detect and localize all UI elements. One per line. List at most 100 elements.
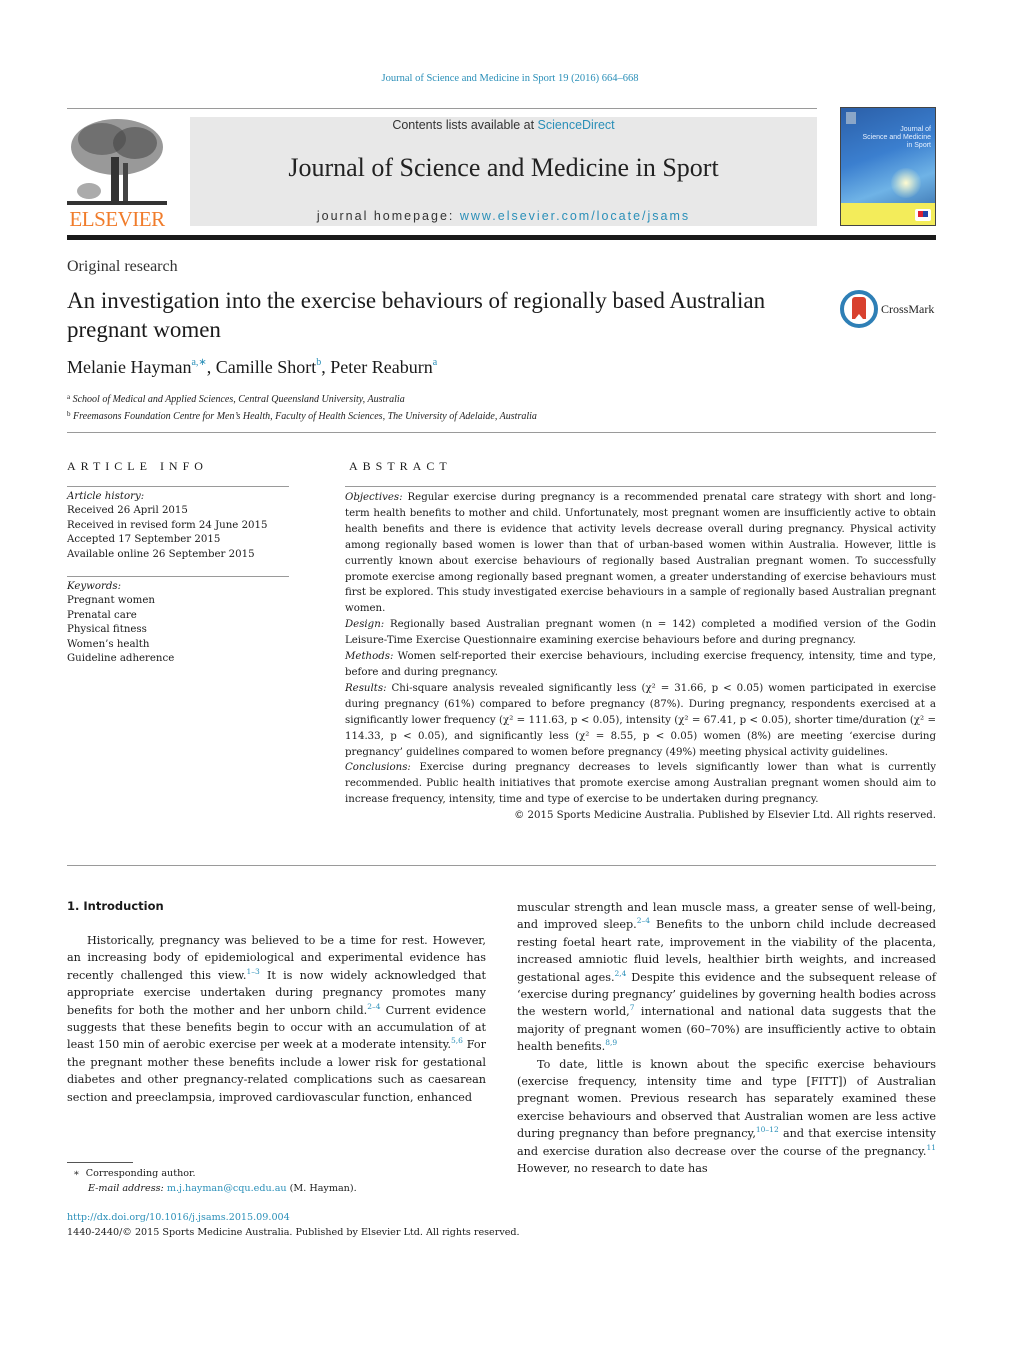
body-column-left: Historically, pregnancy was believed to … <box>67 932 486 1106</box>
author-affil-marker[interactable]: a,∗ <box>191 357 206 368</box>
footnote-rule <box>67 1162 133 1163</box>
keywords-label: Keywords: <box>67 581 122 592</box>
body-paragraph: Historically, pregnancy was believed to … <box>67 932 486 1106</box>
author-name[interactable]: Melanie Hayman <box>67 357 191 377</box>
elsevier-tree-icon <box>67 117 167 209</box>
section-heading-introduction: 1. Introduction <box>67 899 164 913</box>
abstract-section-text: Exercise during pregnancy decreases to l… <box>345 762 936 806</box>
crossmark-icon <box>840 290 878 328</box>
article-title: An investigation into the exercise behav… <box>67 288 766 342</box>
history-item: Received in revised form 24 June 2015 <box>67 519 268 531</box>
article-info-heading: ARTICLE INFO <box>67 459 208 473</box>
body-text: However, no research to date has <box>517 1162 708 1176</box>
affiliation-text: Freemasons Foundation Centre for Men’s H… <box>73 411 537 422</box>
abstract-section-text: Women self-reported their exercise behav… <box>345 651 936 678</box>
corresponding-label: Corresponding author. <box>85 1168 196 1179</box>
divider <box>67 576 289 577</box>
abstract-section-label: Methods: <box>345 651 394 663</box>
masthead-rule <box>67 235 936 240</box>
email-label: E-mail address: <box>88 1182 164 1194</box>
corresponding-note: ∗ Corresponding author. <box>67 1167 357 1182</box>
cover-publisher-icon <box>846 112 856 124</box>
abstract-section-text: Chi-square analysis revealed significant… <box>345 682 936 758</box>
divider <box>67 486 289 487</box>
author-affil-marker[interactable]: a <box>433 357 437 368</box>
citation-link[interactable]: 11 <box>926 1143 936 1152</box>
abstract-section-label: Objectives: <box>345 492 403 503</box>
citation-link[interactable]: 2–4 <box>637 916 650 925</box>
journal-name: Journal of Science and Medicine in Sport <box>288 153 719 182</box>
abstract-section-label: Results: <box>345 682 387 694</box>
keyword: Prenatal care <box>67 609 137 621</box>
abstract-body: Objectives: Regular exercise during preg… <box>345 490 936 824</box>
homepage-prefix: journal homepage: <box>316 209 460 223</box>
crossmark-label: CrossMark <box>881 302 935 316</box>
history-item: Received 26 April 2015 <box>67 505 188 517</box>
cover-title: Journal of Science and Medicine in Sport <box>863 126 932 150</box>
abstract-copyright: © 2015 Sports Medicine Australia. Publis… <box>514 810 936 822</box>
doi-link[interactable]: http://dx.doi.org/10.1016/j.jsams.2015.0… <box>67 1211 520 1226</box>
article-type: Original research <box>67 258 178 275</box>
crossmark-button[interactable]: CrossMark <box>840 290 940 330</box>
cover-title-line: Journal of <box>900 126 931 133</box>
abstract-results: Results: Chi-square analysis revealed si… <box>345 681 936 761</box>
citation-link[interactable]: 5,6 <box>451 1036 463 1045</box>
history-item: Accepted 17 September 2015 <box>67 534 221 546</box>
email-link[interactable]: m.j.hayman@cqu.edu.au <box>167 1183 287 1194</box>
citation-link[interactable]: 10–12 <box>756 1125 779 1134</box>
cover-title-line: Science and Medicine <box>862 134 932 141</box>
abstract-heading: ABSTRACT <box>349 459 452 473</box>
keyword: Pregnant women <box>67 595 155 607</box>
history-label: Article history: <box>67 491 145 502</box>
elsevier-wordmark: ELSEVIER <box>69 207 165 231</box>
keyword: Physical fitness <box>67 624 147 636</box>
divider <box>67 432 936 433</box>
affiliation: b Freemasons Foundation Centre for Men’s… <box>67 407 537 424</box>
citation-link[interactable]: 8,9 <box>605 1038 617 1047</box>
contents-prefix: Contents lists available at <box>392 118 538 132</box>
abstract-methods: Methods: Women self-reported their exerc… <box>345 649 936 681</box>
journal-cover-image[interactable]: Journal of Science and Medicine in Sport <box>840 107 936 226</box>
top-rule <box>67 108 817 109</box>
elsevier-logo[interactable]: ELSEVIER <box>67 115 167 231</box>
divider <box>345 486 936 487</box>
abstract-section-text: Regionally based Australian pregnant wom… <box>345 619 936 647</box>
article-history: Article history: Received 26 April 2015 … <box>67 490 289 562</box>
affiliations: a School of Medical and Applied Sciences… <box>67 390 537 424</box>
abstract-section-text: Regular exercise during pregnancy is a r… <box>345 492 936 615</box>
cover-society-logo-icon <box>915 209 931 221</box>
history-item: Available online 26 September 2015 <box>67 548 255 560</box>
affiliation-text: School of Medical and Applied Sciences, … <box>72 394 405 405</box>
cover-glow <box>891 168 921 198</box>
issn-copyright: 1440-2440/© 2015 Sports Medicine Austral… <box>67 1226 520 1238</box>
footnote-marker: ∗ <box>73 1168 80 1179</box>
homepage-link[interactable]: www.elsevier.com/locate/jsams <box>460 209 690 223</box>
keyword: Guideline adherence <box>67 653 175 665</box>
email-suffix: (M. Hayman). <box>286 1182 357 1194</box>
crossmark-arrow-icon <box>855 314 863 319</box>
footer: http://dx.doi.org/10.1016/j.jsams.2015.0… <box>67 1211 520 1240</box>
abstract-conclusions: Conclusions: Exercise during pregnancy d… <box>345 760 936 808</box>
email-note: E-mail address: m.j.hayman@cqu.edu.au (M… <box>67 1182 357 1197</box>
body-paragraph: To date, little is known about the speci… <box>517 1056 936 1178</box>
cover-title-line: in Sport <box>906 142 931 149</box>
homepage-line: journal homepage: www.elsevier.com/locat… <box>190 209 817 223</box>
body-paragraph: muscular strength and lean muscle mass, … <box>517 899 936 1056</box>
sciencedirect-link[interactable]: ScienceDirect <box>538 118 615 132</box>
author-name[interactable]: Peter Reaburn <box>330 357 432 377</box>
author-affil-marker[interactable]: b <box>316 357 321 368</box>
abstract-design: Design: Regionally based Australian preg… <box>345 617 936 649</box>
author-name[interactable]: Camille Short <box>216 357 317 377</box>
affiliation-marker: b <box>67 410 71 418</box>
author-list: Melanie Haymana,∗, Camille Shortb, Peter… <box>67 357 438 377</box>
abstract-section-label: Design: <box>345 619 385 631</box>
abstract-objectives: Objectives: Regular exercise during preg… <box>345 490 936 617</box>
divider <box>67 865 936 866</box>
abstract-section-label: Conclusions: <box>345 762 411 774</box>
citation-link[interactable]: 1–3 <box>246 967 259 976</box>
running-head[interactable]: Journal of Science and Medicine in Sport… <box>0 73 1020 84</box>
body-column-right: muscular strength and lean muscle mass, … <box>517 899 936 1178</box>
citation-link[interactable]: 2,4 <box>615 969 627 978</box>
citation-link[interactable]: 2–4 <box>367 1002 380 1011</box>
keyword: Women’s health <box>67 638 150 650</box>
